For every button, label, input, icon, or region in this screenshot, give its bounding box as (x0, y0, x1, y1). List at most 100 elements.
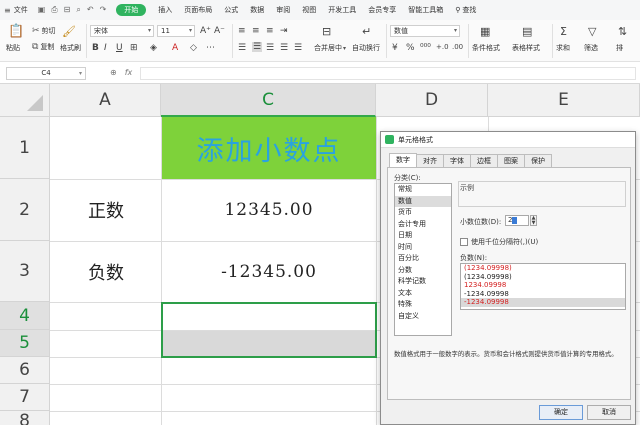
category-item[interactable]: 特殊 (395, 299, 451, 311)
align-right-icon[interactable]: ☰ (266, 43, 274, 53)
column-header-a[interactable]: A (50, 84, 161, 117)
column-header-d[interactable]: D (376, 84, 488, 117)
category-item-selected[interactable]: 数值 (395, 195, 451, 207)
cancel-button[interactable]: 取消 (587, 405, 631, 420)
column-header-c[interactable]: C (161, 84, 376, 117)
tab-protection[interactable]: 保护 (524, 154, 552, 167)
negative-option-selected[interactable]: -1234.09998 (461, 298, 625, 307)
ok-button[interactable]: 确定 (539, 405, 583, 420)
decimal-places-input[interactable]: 2 (505, 215, 529, 226)
cell-c3[interactable]: -12345.00 (162, 241, 376, 302)
filter-label[interactable]: 筛选 (584, 43, 598, 53)
cell-c2[interactable]: 12345.00 (162, 179, 376, 241)
negative-option[interactable]: 1234.09998 (461, 281, 625, 290)
decrease-decimal-icon[interactable]: .00 (452, 43, 463, 51)
conditional-format-label[interactable]: 条件格式 (472, 43, 500, 53)
number-format-select[interactable]: 数值 ▾ (390, 25, 460, 37)
cell-c1[interactable]: 添加小数点 (162, 117, 376, 179)
category-item[interactable]: 分数 (395, 265, 451, 277)
row-header-4[interactable]: 4 (0, 302, 50, 330)
table-style-icon[interactable]: ▤ (522, 25, 532, 38)
tab-pattern[interactable]: 图案 (497, 154, 525, 167)
sum-label[interactable]: 求和 (556, 43, 570, 53)
category-item[interactable]: 科学记数 (395, 276, 451, 288)
category-item[interactable]: 会计专用 (395, 219, 451, 231)
copy-button[interactable]: ⧉ 复制 (32, 42, 54, 52)
italic-icon[interactable]: I (104, 43, 107, 53)
tab-font[interactable]: 字体 (443, 154, 471, 167)
underline-icon[interactable]: U (116, 43, 123, 53)
negative-option[interactable]: (1234.09998) (461, 273, 625, 282)
merge-center-button[interactable]: 合并居中 ▾ (314, 43, 348, 53)
format-painter-label[interactable]: 格式刷 (60, 43, 81, 53)
tab-developer[interactable]: 开发工具 (322, 5, 362, 15)
category-item[interactable]: 时间 (395, 242, 451, 254)
wrap-text-icon[interactable]: ↵ (362, 25, 371, 38)
row-header-8[interactable]: 8 (0, 411, 50, 425)
align-top-icon[interactable]: ≡ (238, 26, 246, 36)
undo-icon[interactable]: ↶ (87, 5, 94, 15)
font-size-select[interactable]: 11 ▾ (157, 25, 195, 37)
decrease-font-icon[interactable]: A⁻ (214, 26, 225, 36)
column-header-e[interactable]: E (488, 84, 640, 117)
sort-icon[interactable]: ⇅ (618, 25, 627, 38)
tab-start[interactable]: 开始 (116, 4, 147, 16)
tab-smart-toolbox[interactable]: 智能工具箱 (402, 5, 449, 15)
save-icon[interactable]: ▣ (38, 5, 46, 15)
align-left-icon[interactable]: ☰ (238, 43, 246, 53)
checkbox-icon[interactable] (460, 238, 468, 246)
name-box[interactable]: C4 ▾ (6, 67, 86, 80)
zoom-icon[interactable]: ⊕ (110, 68, 117, 77)
tab-border[interactable]: 边框 (470, 154, 498, 167)
redo-icon[interactable]: ↷ (100, 5, 107, 15)
print-icon[interactable]: ⊟ (64, 5, 71, 15)
row-header-5[interactable]: 5 (0, 330, 50, 357)
currency-icon[interactable]: ¥ (392, 43, 398, 53)
bold-icon[interactable]: B (92, 43, 99, 53)
sum-icon[interactable]: Σ (560, 25, 567, 38)
align-center-icon[interactable]: ☰ (252, 42, 263, 52)
tab-view[interactable]: 视图 (296, 5, 322, 15)
tab-insert[interactable]: 插入 (152, 5, 178, 15)
category-item[interactable]: 常规 (395, 184, 451, 196)
category-item[interactable]: 百分比 (395, 253, 451, 265)
align-middle-icon[interactable]: ≡ (252, 26, 260, 36)
indent-icon[interactable]: ⇥ (280, 26, 288, 36)
category-item[interactable]: 货币 (395, 207, 451, 219)
category-item[interactable]: 文本 (395, 288, 451, 300)
increase-font-icon[interactable]: A⁺ (200, 26, 211, 36)
conditional-format-icon[interactable]: ▦ (480, 25, 490, 38)
sort-label[interactable]: 排 (616, 43, 623, 53)
fill-color-icon[interactable]: ◈ (150, 43, 157, 53)
row-header-3[interactable]: 3 (0, 241, 50, 302)
row-header-7[interactable]: 7 (0, 384, 50, 411)
decimal-spinner[interactable]: ▲ ▼ (530, 215, 537, 226)
select-all-corner[interactable] (0, 84, 50, 117)
font-name-select[interactable]: 宋体 ▾ (90, 25, 154, 37)
border-icon[interactable]: ⊞ (130, 43, 138, 53)
tab-number[interactable]: 数字 (389, 153, 417, 167)
increase-decimal-icon[interactable]: +.0 (436, 43, 449, 51)
percent-icon[interactable]: % (406, 43, 415, 53)
thousands-icon[interactable]: ⁰⁰⁰ (420, 43, 431, 53)
justify-icon[interactable]: ☰ (280, 43, 288, 53)
clear-format-icon[interactable]: ◇ (190, 43, 197, 53)
tab-alignment[interactable]: 对齐 (416, 154, 444, 167)
tab-membership[interactable]: 会员专享 (362, 5, 402, 15)
align-bottom-icon[interactable]: ≡ (266, 26, 274, 36)
search-box[interactable]: ⚲ 查找 (449, 5, 482, 15)
cut-button[interactable]: ✂ 剪切 (32, 26, 56, 36)
tab-page-layout[interactable]: 页面布局 (178, 5, 218, 15)
preview-icon[interactable]: ⌕ (76, 5, 80, 15)
cell-a3[interactable]: 负数 (51, 241, 161, 302)
spin-down-icon[interactable]: ▼ (531, 221, 536, 226)
selection-box[interactable] (161, 302, 377, 358)
row-header-2[interactable]: 2 (0, 179, 50, 241)
distribute-icon[interactable]: ☰ (294, 43, 302, 53)
merge-icon[interactable]: ⊟ (322, 25, 331, 38)
row-header-6[interactable]: 6 (0, 357, 50, 384)
more-icon[interactable]: ⋯ (206, 43, 215, 53)
tab-review[interactable]: 审阅 (270, 5, 296, 15)
dialog-title-bar[interactable]: 单元格格式 (381, 132, 635, 148)
formula-input[interactable] (140, 67, 636, 80)
